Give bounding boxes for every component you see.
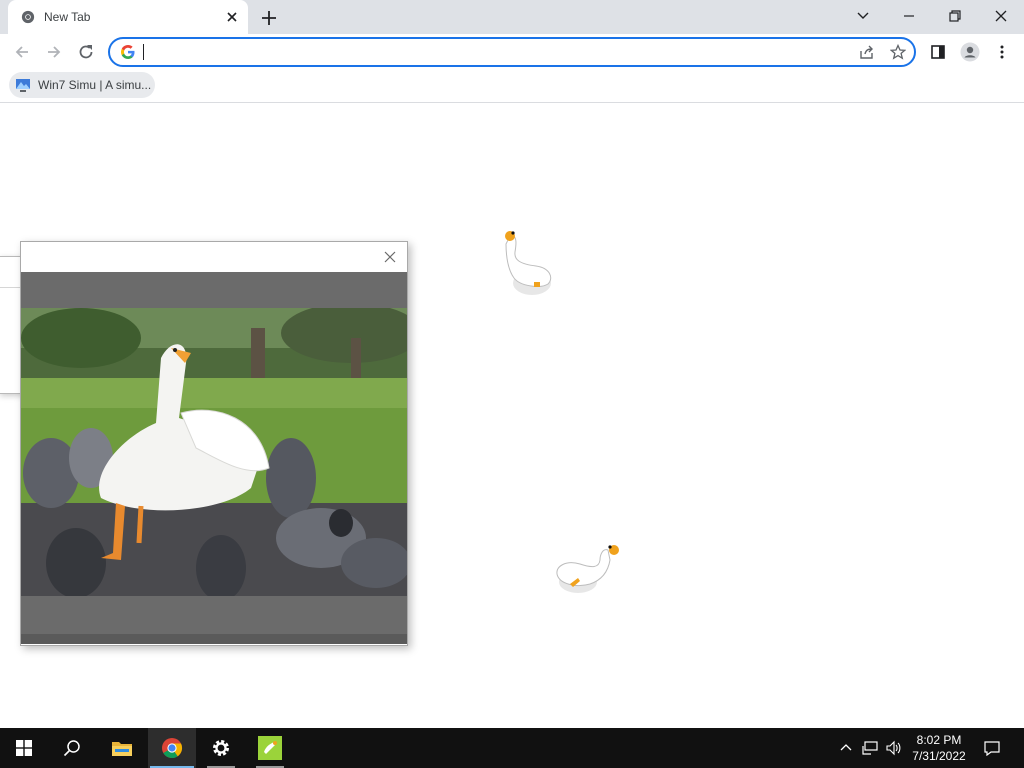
tab-search-chevron-icon[interactable] — [848, 4, 878, 28]
search-icon[interactable] — [48, 728, 96, 768]
omnibox-input[interactable] — [142, 42, 836, 64]
minimize-icon[interactable] — [894, 4, 924, 28]
close-window-icon[interactable] — [986, 4, 1016, 28]
windows-start-icon[interactable] — [0, 728, 48, 768]
menu-kebab-icon[interactable] — [989, 39, 1015, 65]
google-g-icon — [121, 45, 135, 59]
tab-new-tab[interactable]: New Tab — [8, 0, 248, 34]
tab-title: New Tab — [44, 10, 91, 24]
back-arrow-icon[interactable] — [9, 39, 35, 65]
bookmark-label: Win7 Simu | A simu... — [38, 78, 152, 92]
network-icon[interactable] — [860, 738, 880, 758]
close-icon[interactable] — [383, 250, 397, 264]
notification-center-icon[interactable] — [982, 738, 1002, 758]
windows-taskbar: 8:02 PM 7/31/2022 — [0, 728, 1024, 768]
browser-toolbar — [0, 34, 1024, 70]
goose-sprite-icon[interactable] — [552, 538, 624, 596]
settings-gear-icon[interactable] — [197, 728, 245, 768]
goose-among-pigeons-photo — [21, 308, 407, 596]
restore-icon[interactable] — [940, 4, 970, 28]
address-bar[interactable] — [108, 37, 916, 67]
close-tab-icon[interactable] — [224, 9, 240, 25]
goose-sprite-icon[interactable] — [498, 226, 558, 298]
share-icon[interactable] — [858, 43, 876, 61]
popup-bottom-band — [21, 634, 407, 644]
side-panel-icon[interactable] — [925, 39, 951, 65]
tab-strip: New Tab — [0, 0, 1024, 34]
chrome-icon[interactable] — [148, 728, 196, 768]
chevron-up-icon[interactable] — [836, 738, 856, 758]
forward-arrow-icon[interactable] — [41, 39, 67, 65]
chrome-logo-icon — [21, 10, 35, 24]
popup-content — [21, 272, 407, 644]
profile-avatar-icon[interactable] — [957, 39, 983, 65]
new-tab-plus-icon[interactable] — [258, 7, 280, 29]
clock-time: 8:02 PM — [916, 733, 962, 747]
system-clock[interactable]: 8:02 PM 7/31/2022 — [904, 732, 974, 764]
win7-simu-icon — [16, 79, 30, 92]
reload-icon[interactable] — [73, 39, 99, 65]
bookmark-win7-simu[interactable]: Win7 Simu | A simu... — [9, 72, 155, 98]
file-explorer-icon[interactable] — [98, 728, 146, 768]
goose-app-icon[interactable] — [246, 728, 294, 768]
bookmarks-bar: Win7 Simu | A simu... — [0, 70, 1024, 103]
clock-date: 7/31/2022 — [912, 749, 966, 763]
bookmark-star-icon[interactable] — [889, 43, 907, 61]
volume-icon[interactable] — [884, 738, 904, 758]
goose-popup-window[interactable] — [20, 241, 408, 646]
